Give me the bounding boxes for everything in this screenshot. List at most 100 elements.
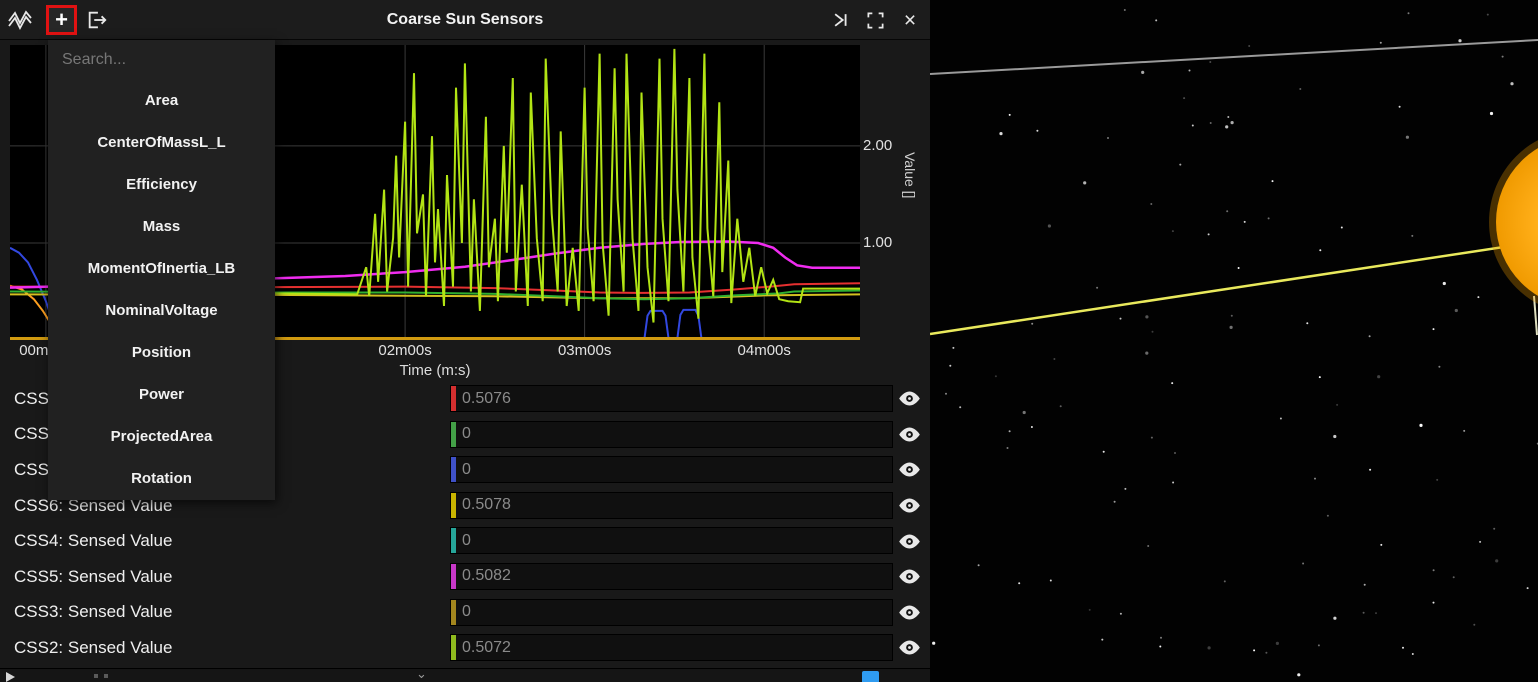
sensor-value-field[interactable]: 0.5072 [450, 634, 893, 661]
visibility-toggle[interactable] [895, 566, 923, 588]
eye-icon [898, 498, 921, 513]
search-input[interactable] [48, 40, 275, 80]
star [1172, 230, 1174, 232]
menu-search-row [48, 40, 275, 80]
orbit-line-yellow [930, 243, 1530, 334]
sensor-row: CSS5: Sensed Value0.5082 [0, 559, 930, 595]
sensor-value-field[interactable]: 0 [450, 421, 893, 448]
star [1364, 584, 1366, 586]
export-icon[interactable] [85, 8, 109, 32]
star [978, 564, 980, 566]
visibility-toggle[interactable] [895, 601, 923, 623]
star [1333, 617, 1336, 620]
visibility-toggle[interactable] [895, 637, 923, 659]
fullscreen-icon[interactable] [863, 8, 887, 32]
star [1276, 642, 1279, 645]
star [1007, 447, 1009, 449]
add-series-button[interactable]: + [46, 5, 77, 35]
star [1377, 375, 1380, 378]
star [1490, 112, 1493, 115]
sensor-value-field[interactable]: 0.5078 [450, 492, 893, 519]
eye-icon [898, 427, 921, 442]
space-viewport[interactable] [930, 0, 1538, 682]
star [949, 365, 951, 367]
application-window: + Coarse Sun Sensors [0, 0, 1538, 682]
sensor-value-field[interactable]: 0 [450, 527, 893, 554]
star [1327, 515, 1329, 517]
star [1124, 488, 1126, 490]
menu-item-mass[interactable]: Mass [48, 206, 275, 248]
star [1319, 376, 1321, 378]
sensor-value-field[interactable]: 0 [450, 599, 893, 626]
menu-item-efficiency[interactable]: Efficiency [48, 164, 275, 206]
star [1268, 217, 1270, 219]
menu-item-position[interactable]: Position [48, 332, 275, 374]
star [1380, 544, 1382, 546]
star [932, 642, 935, 645]
star [1302, 563, 1304, 565]
visibility-toggle[interactable] [895, 459, 923, 481]
star [1179, 164, 1181, 166]
star [1174, 452, 1176, 454]
eye-icon [898, 391, 921, 406]
star [999, 132, 1002, 135]
star [1479, 541, 1481, 543]
star [1189, 70, 1191, 72]
star [952, 347, 954, 349]
menu-item-power[interactable]: Power [48, 374, 275, 416]
sensor-value: 0.5072 [456, 639, 511, 657]
menu-item-momentofinertia_lb[interactable]: MomentOfInertia_LB [48, 248, 275, 290]
skip-to-end-icon[interactable] [829, 8, 853, 32]
star [1150, 203, 1152, 205]
menu-items: AreaCenterOfMassL_LEfficiencyMassMomentO… [48, 80, 275, 500]
star [1018, 582, 1020, 584]
star [1333, 435, 1336, 438]
star [1101, 639, 1103, 641]
visibility-toggle[interactable] [895, 495, 923, 517]
menu-item-projectedarea[interactable]: ProjectedArea [48, 416, 275, 458]
star [1183, 97, 1185, 99]
star [1225, 125, 1228, 128]
close-icon[interactable]: × [898, 8, 922, 32]
star [1341, 227, 1343, 229]
series-chartreuse [273, 49, 860, 323]
menu-item-centerofmassl_l[interactable]: CenterOfMassL_L [48, 122, 275, 164]
sensor-value-field[interactable]: 0 [450, 456, 893, 483]
star [1089, 609, 1091, 611]
star [1147, 545, 1149, 547]
star [1375, 612, 1377, 614]
star [1145, 315, 1148, 318]
timeseries-icon[interactable] [8, 8, 32, 32]
star [1433, 569, 1435, 571]
star [1272, 180, 1274, 182]
collapse-chevron-icon[interactable]: ⌄ [416, 666, 427, 682]
menu-item-nominalvoltage[interactable]: NominalVoltage [48, 290, 275, 332]
star [1443, 282, 1446, 285]
visibility-toggle[interactable] [895, 423, 923, 445]
sensor-label: CSS2: Sensed Value [14, 638, 172, 658]
star [1114, 501, 1116, 503]
star [1336, 404, 1338, 406]
star [1453, 576, 1455, 578]
menu-item-rotation[interactable]: Rotation [48, 458, 275, 500]
visibility-toggle[interactable] [895, 530, 923, 552]
bottom-blue-button[interactable] [862, 671, 879, 682]
visibility-toggle[interactable] [895, 388, 923, 410]
star [995, 375, 997, 377]
star [1487, 14, 1489, 16]
star [1023, 411, 1026, 414]
menu-item-area[interactable]: Area [48, 80, 275, 122]
sensor-value-field[interactable]: 0.5082 [450, 563, 893, 590]
sensor-value: 0 [456, 603, 471, 621]
star [1433, 602, 1435, 604]
panel-title: Coarse Sun Sensors [0, 0, 930, 40]
play-icon[interactable] [6, 672, 15, 682]
sensor-row: CSS3: Sensed Value0 [0, 595, 930, 631]
star [1438, 366, 1440, 368]
star [1120, 318, 1122, 320]
star [1244, 221, 1246, 223]
sensor-row: CSS4: Sensed Value0 [0, 523, 930, 559]
star [1502, 56, 1504, 58]
star [1155, 19, 1157, 21]
sensor-value-field[interactable]: 0.5076 [450, 385, 893, 412]
